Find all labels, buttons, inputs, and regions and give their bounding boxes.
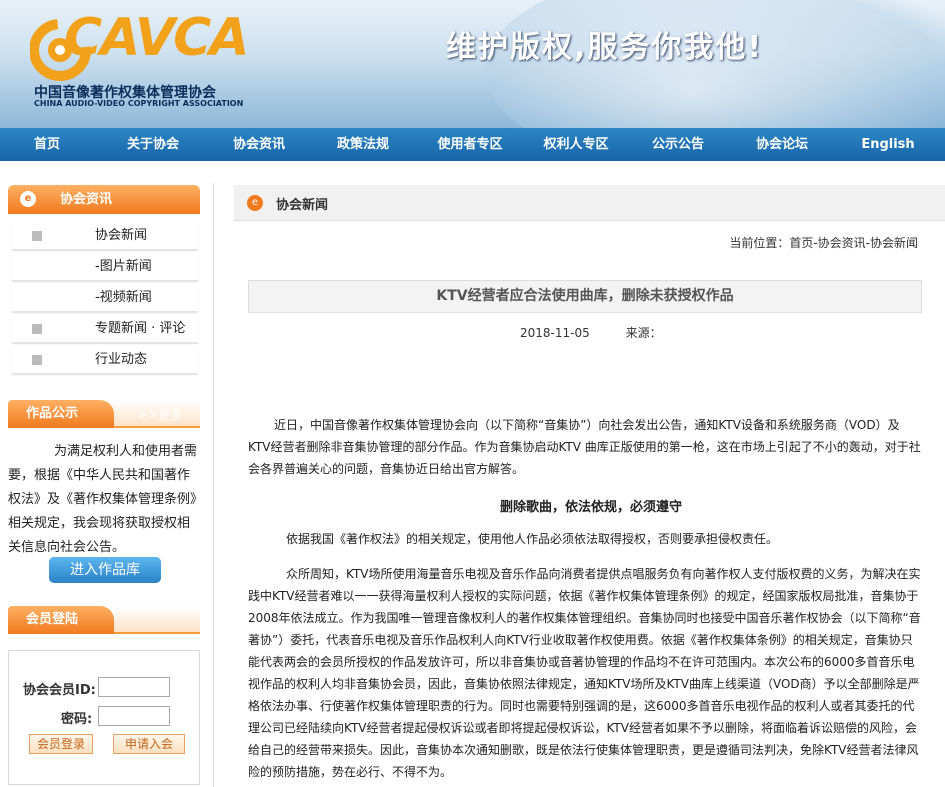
member-id-input[interactable]	[98, 677, 170, 697]
more-link[interactable]: >>更多	[138, 406, 182, 423]
sidebar-item-label: 协会新闻	[95, 228, 148, 243]
apply-membership-button[interactable]: 申请入会	[113, 734, 185, 754]
logo-text: CAVCA	[64, 8, 250, 68]
member-login-title: 会员登陆	[8, 606, 114, 634]
article-paragraph-3: 众所周知，KTV场所使用海量音乐电视及音乐作品向消费者提供点唱服务负有向著作权人…	[248, 567, 921, 779]
bullet-icon	[32, 231, 42, 241]
main-nav: 首页 关于协会 协会资讯 政策法规 使用者专区 权利人专区 公示公告 协会论坛 …	[0, 128, 945, 161]
article-paragraph-1: 近日，中国音像著作权集体管理协会向（以下简称“音集协”）向社会发出公告，通知KT…	[248, 418, 921, 476]
article-date: 2018-11-05	[520, 326, 590, 340]
nav-english[interactable]: English	[846, 128, 930, 161]
nav-news[interactable]: 协会资讯	[214, 128, 304, 161]
article-source-label: 来源：	[625, 326, 662, 340]
header-banner: CAVCA 中国音像著作权集体管理协会 CHINA AUDIO-VIDEO CO…	[0, 0, 945, 128]
enter-works-library-button[interactable]: 进入作品库	[49, 557, 161, 583]
sidebar-section-title: 协会资讯	[60, 192, 113, 207]
main-section-header: e 协会新闻	[234, 185, 945, 221]
header-bullet-icon: e	[20, 191, 36, 207]
header-bullet-icon: e	[247, 195, 263, 211]
sidebar-section-header: e 协会资讯	[8, 185, 200, 214]
article-meta: 2018-11-05 来源：	[520, 324, 694, 341]
sidebar-item-video-news[interactable]: -视频新闻	[12, 284, 198, 312]
sidebar-item-special-news[interactable]: 专题新闻 · 评论	[12, 315, 198, 343]
nav-policy[interactable]: 政策法规	[318, 128, 408, 161]
article-subheading: 删除歌曲，依法依规，必须遵守	[500, 500, 683, 515]
sidebar-item-photo-news[interactable]: -图片新闻	[12, 253, 198, 281]
article-title: KTV经营者应合法使用曲库，删除未获授权作品	[248, 280, 922, 313]
article-paragraph-2: 依据我国《著作权法》的相关规定，使用他人作品必须依法取得授权，否则要承担侵权责任…	[286, 532, 779, 546]
password-label: 密码:	[61, 712, 93, 727]
password-input[interactable]	[98, 706, 170, 726]
sidebar-item-industry-news[interactable]: 行业动态	[12, 346, 198, 374]
sidebar-item-association-news[interactable]: 协会新闻	[12, 222, 198, 250]
bullet-icon	[32, 355, 42, 365]
member-id-label: 协会会员ID:	[23, 683, 96, 698]
sidebar-item-label: -视频新闻	[95, 290, 152, 305]
works-notice-text: 为满足权利人和使用者需要，根据《中华人民共和国著作权法》及《著作权集体管理条例》…	[8, 444, 198, 555]
works-notice-title: 作品公示	[8, 400, 114, 428]
nav-about[interactable]: 关于协会	[108, 128, 198, 161]
bullet-icon	[32, 324, 42, 334]
nav-user-zone[interactable]: 使用者专区	[420, 128, 520, 161]
sidebar-item-label: -图片新闻	[95, 259, 152, 274]
nav-home[interactable]: 首页	[8, 128, 86, 161]
member-login-header: 会员登陆	[8, 606, 200, 634]
nav-announcements[interactable]: 公示公告	[636, 128, 720, 161]
sidebar: e 协会资讯	[8, 185, 200, 214]
nav-forum[interactable]: 协会论坛	[740, 128, 824, 161]
logo-english-name: CHINA AUDIO-VIDEO COPYRIGHT ASSOCIATION	[34, 99, 244, 108]
breadcrumb: 当前位置：首页-协会资讯-协会新闻	[729, 236, 918, 250]
sidebar-item-label: 专题新闻 · 评论	[95, 321, 186, 336]
login-form: 协会会员ID: 密码: 会员登录 申请入会	[8, 650, 200, 785]
main-section-title: 协会新闻	[276, 198, 329, 213]
sidebar-item-label: 行业动态	[95, 352, 148, 367]
nav-rightholder-zone[interactable]: 权利人专区	[526, 128, 626, 161]
works-notice-header: 作品公示 >>更多	[8, 400, 200, 428]
slogan: 维护版权,服务你我他!	[446, 30, 764, 65]
column-divider	[213, 183, 214, 787]
member-login-button[interactable]: 会员登录	[29, 734, 93, 754]
